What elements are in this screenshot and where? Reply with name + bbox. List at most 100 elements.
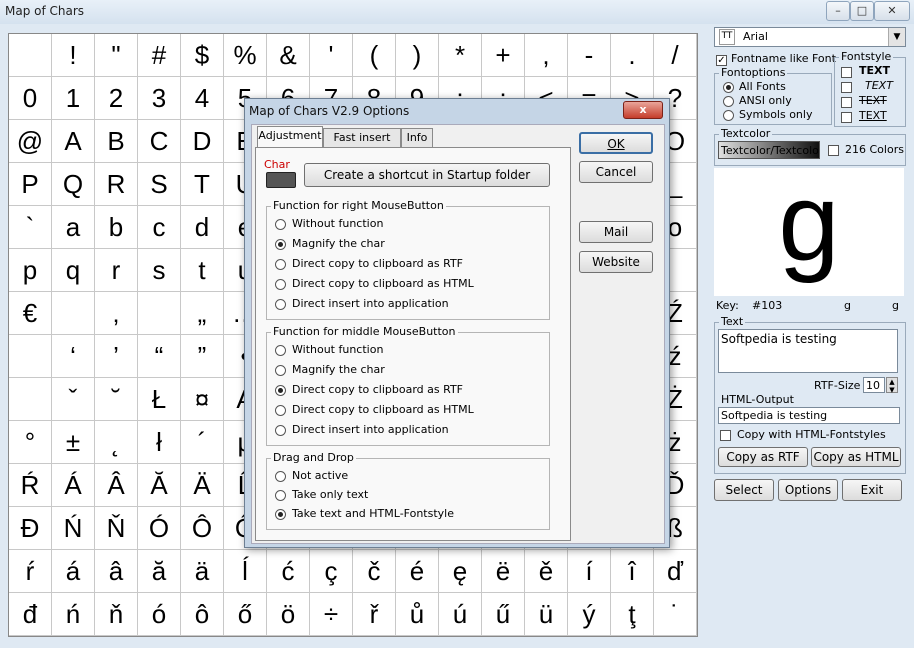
drag-drop-radio-1[interactable]: [275, 490, 286, 501]
char-cell[interactable]: Â: [95, 464, 138, 507]
char-cell[interactable]: D: [181, 120, 224, 163]
title-bar[interactable]: Map of Chars – □ ✕: [0, 0, 914, 24]
char-cell[interactable]: C: [138, 120, 181, 163]
char-cell[interactable]: [9, 34, 52, 77]
char-cell[interactable]: ‚: [95, 292, 138, 335]
fontname-like-font-checkbox[interactable]: ✓: [716, 55, 727, 66]
maximize-button[interactable]: □: [850, 1, 874, 21]
char-cell[interactable]: č: [353, 550, 396, 593]
char-cell[interactable]: ĺ: [224, 550, 267, 593]
middle-mousebutton-radio-4[interactable]: [275, 425, 286, 436]
char-cell[interactable]: Ň: [95, 507, 138, 550]
char-cell[interactable]: ): [396, 34, 439, 77]
char-cell[interactable]: *: [439, 34, 482, 77]
char-cell[interactable]: î: [611, 550, 654, 593]
copy-as-html-button[interactable]: Copy as HTML: [811, 447, 901, 467]
minimize-button[interactable]: –: [826, 1, 850, 21]
right-mousebutton-radio-0[interactable]: [275, 219, 286, 230]
char-cell[interactable]: ”: [181, 335, 224, 378]
char-cell[interactable]: ü: [525, 593, 568, 636]
char-cell[interactable]: ň: [95, 593, 138, 636]
char-cell[interactable]: [9, 335, 52, 378]
char-cell[interactable]: ó: [138, 593, 181, 636]
char-cell[interactable]: q: [52, 249, 95, 292]
char-cell[interactable]: ć: [267, 550, 310, 593]
copy-html-fontstyles-checkbox[interactable]: [720, 430, 731, 441]
char-cell[interactable]: ç: [310, 550, 353, 593]
char-cell[interactable]: Ô: [181, 507, 224, 550]
options-button[interactable]: Options: [778, 479, 838, 501]
char-cell[interactable]: €: [9, 292, 52, 335]
char-cell[interactable]: „: [181, 292, 224, 335]
website-button[interactable]: Website: [579, 251, 653, 273]
char-cell[interactable]: ,: [525, 34, 568, 77]
char-cell[interactable]: ů: [396, 593, 439, 636]
char-cell[interactable]: ń: [52, 593, 95, 636]
char-cell[interactable]: [9, 378, 52, 421]
char-cell[interactable]: ë: [482, 550, 525, 593]
char-cell[interactable]: A: [52, 120, 95, 163]
char-cell[interactable]: á: [52, 550, 95, 593]
char-cell[interactable]: ¤: [181, 378, 224, 421]
html-output-field[interactable]: Softpedia is testing: [718, 407, 900, 424]
char-cell[interactable]: ä: [181, 550, 224, 593]
right-mousebutton-radio-1[interactable]: [275, 239, 286, 250]
char-cell[interactable]: ô: [181, 593, 224, 636]
char-cell[interactable]: c: [138, 206, 181, 249]
char-cell[interactable]: d: [181, 206, 224, 249]
char-cell[interactable]: Ń: [52, 507, 95, 550]
char-cell[interactable]: a: [52, 206, 95, 249]
right-mousebutton-radio-2[interactable]: [275, 259, 286, 270]
char-cell[interactable]: P: [9, 163, 52, 206]
rtf-size-input[interactable]: 10: [863, 377, 885, 393]
char-cell[interactable]: #: [138, 34, 181, 77]
char-cell[interactable]: R: [95, 163, 138, 206]
char-cell[interactable]: !: [52, 34, 95, 77]
char-cell[interactable]: %: [224, 34, 267, 77]
bold-checkbox[interactable]: [841, 67, 852, 78]
char-cell[interactable]: 3: [138, 77, 181, 120]
char-cell[interactable]: é: [396, 550, 439, 593]
middle-mousebutton-radio-1[interactable]: [275, 365, 286, 376]
char-cell[interactable]: ŕ: [9, 550, 52, 593]
textcolor-button[interactable]: Textcolor/Textcolor: [718, 141, 820, 159]
char-cell[interactable]: 4: [181, 77, 224, 120]
char-cell[interactable]: ’: [95, 335, 138, 378]
tab-fast-insert-text[interactable]: Fast insert text: [323, 128, 401, 162]
char-cell[interactable]: ř: [353, 593, 396, 636]
middle-mousebutton-radio-0[interactable]: [275, 345, 286, 356]
char-cell[interactable]: ÷: [310, 593, 353, 636]
strike-checkbox[interactable]: [841, 97, 852, 108]
char-cell[interactable]: B: [95, 120, 138, 163]
select-button[interactable]: Select: [714, 479, 774, 501]
char-cell[interactable]: (: [353, 34, 396, 77]
char-cell[interactable]: 1: [52, 77, 95, 120]
exit-button[interactable]: Exit: [842, 479, 902, 501]
char-cell[interactable]: ˘: [95, 378, 138, 421]
char-cell[interactable]: b: [95, 206, 138, 249]
char-cell[interactable]: ": [95, 34, 138, 77]
char-cell[interactable]: ď: [654, 550, 697, 593]
rtf-size-spinner-icon[interactable]: ▲ ▼: [886, 377, 898, 394]
close-button[interactable]: ✕: [874, 1, 910, 21]
char-cell[interactable]: Á: [52, 464, 95, 507]
cancel-button[interactable]: Cancel: [579, 161, 653, 183]
char-cell[interactable]: S: [138, 163, 181, 206]
font-select[interactable]: TT Arial ▼: [714, 27, 906, 47]
char-cell[interactable]: +: [482, 34, 525, 77]
char-cell[interactable]: °: [9, 421, 52, 464]
char-cell[interactable]: [52, 292, 95, 335]
char-cell[interactable]: Ä: [181, 464, 224, 507]
all-fonts-radio[interactable]: [723, 82, 734, 93]
char-cell[interactable]: Ł: [138, 378, 181, 421]
char-cell[interactable]: p: [9, 249, 52, 292]
chevron-down-icon[interactable]: ▼: [888, 28, 905, 46]
char-cell[interactable]: ú: [439, 593, 482, 636]
symbols-only-radio[interactable]: [723, 110, 734, 121]
char-cell[interactable]: â: [95, 550, 138, 593]
char-cell[interactable]: í: [568, 550, 611, 593]
char-cell[interactable]: r: [95, 249, 138, 292]
italic-checkbox[interactable]: [841, 82, 852, 93]
char-cell[interactable]: ę: [439, 550, 482, 593]
char-cell[interactable]: ű: [482, 593, 525, 636]
